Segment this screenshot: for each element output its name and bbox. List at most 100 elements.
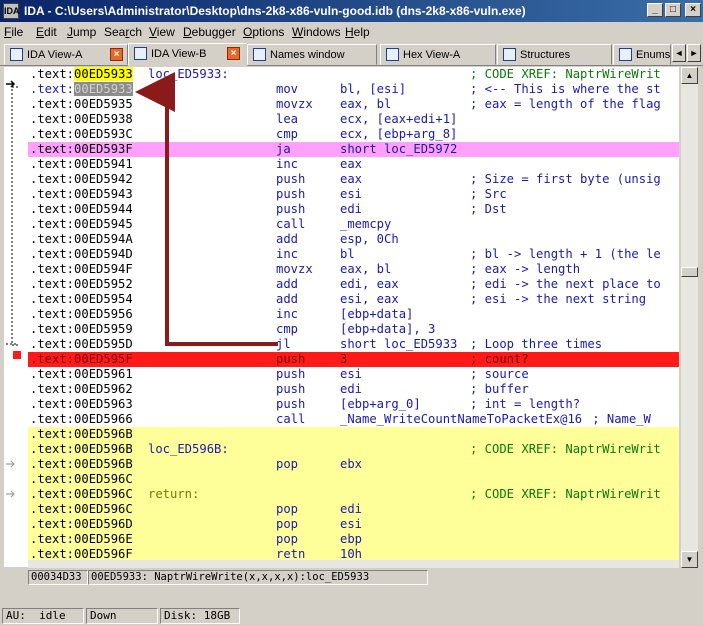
tab-scroll-left-button[interactable]: ◄ [672, 44, 686, 62]
operands[interactable]: esp, 0Ch [340, 232, 399, 247]
code-line[interactable]: .text:00ED596C [28, 472, 679, 487]
code-line[interactable]: .text:00ED5963 push [ebp+arg_0] ; int = len… [28, 397, 679, 412]
operands[interactable]: esi [340, 517, 362, 532]
tab-structures[interactable]: Structures [497, 44, 612, 65]
code-line[interactable]: .text:00ED5944 push edi ; Dst [28, 202, 679, 217]
tab-label: IDA View-A [27, 49, 83, 61]
tab-hex-view-a[interactable]: Hex View-A [380, 44, 496, 65]
code-line[interactable]: .text:00ED5954 add esi, eax ; esi -> the ne… [28, 292, 679, 307]
operands[interactable]: [ebp+arg_0] [340, 397, 421, 412]
vertical-scrollbar[interactable]: ▲ ▼ [681, 67, 698, 568]
scroll-up-button[interactable]: ▲ [681, 67, 698, 84]
code-line[interactable]: .text:00ED5959 cmp [ebp+data], 3 [28, 322, 679, 337]
operands[interactable]: ecx, [eax+edi+1] [340, 112, 457, 127]
tab-label: Hex View-A [403, 49, 461, 61]
operands[interactable]: edi, eax [340, 277, 399, 292]
code-line[interactable]: .text:00ED5956 inc [ebp+data] [28, 307, 679, 322]
ida-app-icon[interactable]: IDA [3, 3, 20, 19]
code-line[interactable]: .text:00ED596B loc_ED596B: ; CODE XREF: Na… [28, 442, 679, 457]
code-line[interactable]: .text:00ED5933 loc_ED5933: ; CODE XREF: Na… [28, 67, 679, 82]
code-label[interactable]: loc_ED5933: [148, 67, 229, 82]
code-line[interactable]: .text:00ED594D inc bl ; bl -> length + 1 (t… [28, 247, 679, 262]
menu-search[interactable]: Search [104, 25, 142, 39]
close-tab-icon[interactable]: × [227, 47, 240, 60]
code-line[interactable]: .text:00ED5966 call _Name_WriteCountNameTo… [28, 412, 679, 427]
tab-enums[interactable]: Enums [613, 44, 671, 65]
code-line[interactable]: .text:00ED5952 add edi, eax ; edi -> the ne… [28, 277, 679, 292]
address: .text:00ED5938 [30, 112, 133, 127]
code-line[interactable]: .text:00ED5941 inc eax [28, 157, 679, 172]
menu-debugger[interactable]: Debugger [183, 25, 236, 39]
operands[interactable]: esi [340, 367, 362, 382]
minimize-button[interactable]: _ [647, 3, 663, 17]
code-line[interactable]: .text:00ED593C cmp ecx, [ebp+arg_8] [28, 127, 679, 142]
code-line[interactable]: .text:00ED596E pop ebp [28, 532, 679, 547]
code-line[interactable]: .text:00ED594A add esp, 0Ch [28, 232, 679, 247]
operands[interactable]: eax, bl [340, 262, 391, 277]
code-line[interactable]: .text:00ED5942 push eax ; Size = first byte… [28, 172, 679, 187]
address: .text:00ED5959 [30, 322, 133, 337]
menu-view[interactable]: View [149, 25, 175, 39]
menu-jump[interactable]: Jump [67, 25, 96, 39]
code-line[interactable]: .text:00ED5961 push esi ; source [28, 367, 679, 382]
close-tab-icon[interactable]: × [110, 48, 123, 61]
tab-ida-view-b[interactable]: IDA View-B × [128, 43, 248, 66]
code-line[interactable]: .text:00ED594F movzx eax, bl ; eax -> lengt… [28, 262, 679, 277]
code-line[interactable]: .text:00ED593F ja short loc_ED5972 [28, 142, 679, 157]
operands[interactable]: eax [340, 172, 362, 187]
menu-help[interactable]: Help [345, 25, 370, 39]
segment: .text: [30, 442, 75, 456]
menu-edit[interactable]: Edit [36, 25, 57, 39]
operands[interactable]: _memcpy [340, 217, 391, 232]
code-label[interactable]: return: [148, 487, 199, 502]
menu-file[interactable]: File [4, 25, 23, 39]
operands[interactable]: short loc_ED5972 [340, 142, 457, 157]
operands[interactable]: [ebp+data], 3 [340, 322, 435, 337]
operands[interactable]: ecx, [ebp+arg_8] [340, 127, 457, 142]
code-line[interactable]: .text:00ED5943 push esi ; Src [28, 187, 679, 202]
operands[interactable]: eax [340, 157, 362, 172]
code-line[interactable]: .text:00ED596D pop esi [28, 517, 679, 532]
address-value: 00ED5956 [74, 307, 133, 321]
tab-names-window[interactable]: Names window [247, 44, 377, 65]
scroll-thumb[interactable] [681, 267, 698, 277]
operands[interactable]: edi [340, 202, 362, 217]
code-line[interactable]: .text:00ED596B [28, 427, 679, 442]
operands[interactable]: bl [340, 247, 355, 262]
operands[interactable]: bl, [esi] [340, 82, 406, 97]
code-line[interactable]: .text:00ED5933 mov bl, [esi] ; <-- This is … [28, 82, 679, 97]
menu-options[interactable]: Options [243, 25, 284, 39]
operands[interactable]: esi [340, 187, 362, 202]
code-line[interactable]: .text:00ED596C return: ; CODE XREF: NaptrW… [28, 487, 679, 502]
code-label[interactable]: loc_ED596B: [148, 442, 229, 457]
disassembly-view[interactable]: .text:00ED5933 loc_ED5933:; CODE XREF: Na… [28, 67, 679, 562]
code-line[interactable]: .text:00ED5945 call _memcpy [28, 217, 679, 232]
code-line[interactable]: .text:00ED5962 push edi ; buffer [28, 382, 679, 397]
operands[interactable]: short loc_ED5933 [340, 337, 457, 352]
comment: ; eax = length of the flag [470, 97, 661, 111]
code-line[interactable]: .text:00ED5938 lea ecx, [eax+edi+1] [28, 112, 679, 127]
scroll-down-button[interactable]: ▼ [681, 551, 698, 568]
operands[interactable]: edi [340, 502, 362, 517]
tab-ida-view-a[interactable]: IDA View-A × [4, 44, 128, 65]
code-line[interactable]: .text:00ED595F push 3 ; count? [28, 352, 679, 367]
tab-scroll-right-button[interactable]: ► [687, 44, 701, 62]
operands[interactable]: 3 [340, 352, 347, 367]
operands[interactable]: ebp [340, 532, 362, 547]
operands[interactable]: ebx [340, 457, 362, 472]
maximize-button[interactable]: □ [665, 3, 681, 17]
horizontal-scrollbar[interactable] [28, 560, 679, 568]
segment: .text: [30, 97, 75, 111]
menu-windows[interactable]: Windows [292, 25, 341, 39]
code-line[interactable]: .text:00ED595D jl short loc_ED5933 ; Loop t… [28, 337, 679, 352]
operands[interactable]: edi [340, 382, 362, 397]
address: .text:00ED595D [30, 337, 133, 352]
operands[interactable]: _Name_WriteCountNameToPacketEx@16 [340, 412, 582, 427]
code-line[interactable]: .text:00ED596C pop edi [28, 502, 679, 517]
code-line[interactable]: .text:00ED596B pop ebx [28, 457, 679, 472]
operands[interactable]: eax, bl [340, 97, 391, 112]
close-button[interactable]: × [685, 3, 701, 17]
operands[interactable]: esi, eax [340, 292, 399, 307]
code-line[interactable]: .text:00ED5935 movzx eax, bl ; eax = length… [28, 97, 679, 112]
operands[interactable]: [ebp+data] [340, 307, 413, 322]
